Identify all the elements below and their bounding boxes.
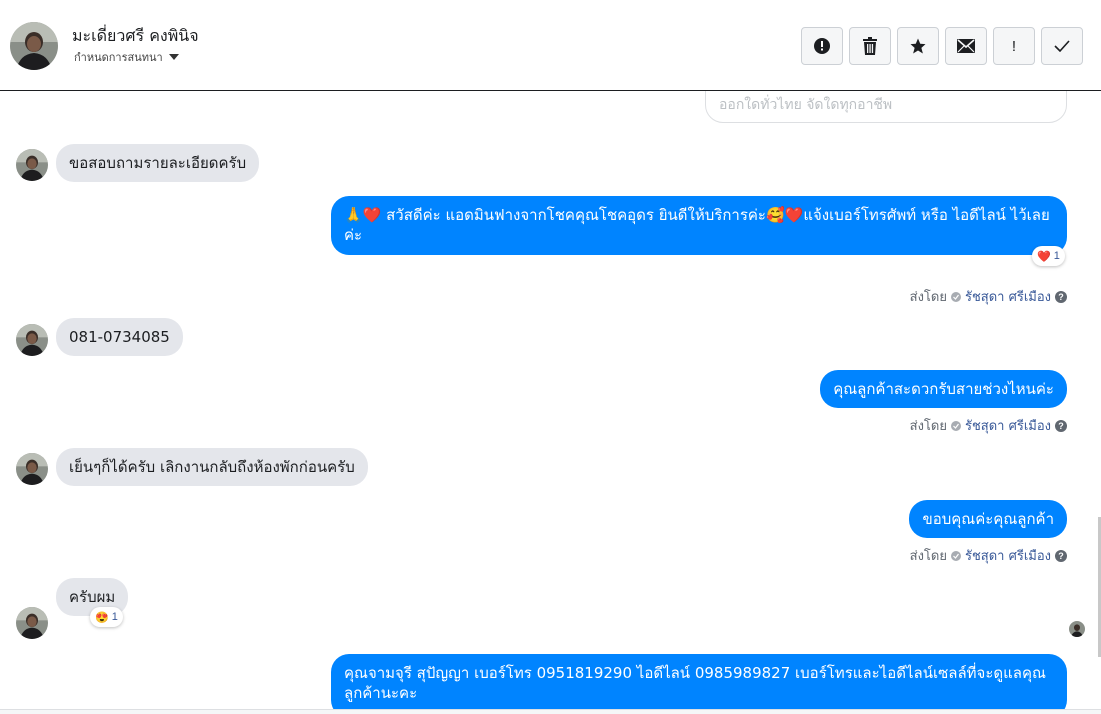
previous-message-card: ออกใดทั่วไทย จัดใดทุกอาชีพ xyxy=(705,91,1067,123)
star-icon xyxy=(909,37,927,55)
star-button[interactable] xyxy=(897,27,939,65)
verified-check-icon xyxy=(950,420,961,431)
spam-button[interactable]: ! xyxy=(993,27,1035,65)
mark-done-button[interactable] xyxy=(1041,27,1083,65)
sent-by-info: ส่งโดย รัชสุดา ศรีเมือง ? xyxy=(910,415,1067,436)
agent-name[interactable]: รัชสุดา ศรีเมือง xyxy=(965,545,1051,566)
message-reaction[interactable]: 😍 1 xyxy=(90,607,123,627)
reaction-count: 1 xyxy=(111,611,118,623)
seen-by-avatar xyxy=(1069,621,1085,637)
check-icon xyxy=(1054,40,1070,52)
sent-by-label: ส่งโดย xyxy=(909,290,947,305)
help-icon[interactable]: ? xyxy=(1055,419,1067,432)
incoming-message: เย็นๆก็ได้ครับ เลิกงานกลับถึงห้องพักก่อน… xyxy=(56,448,368,486)
contact-name: มะเดี่ยวศรี คงพินิจ xyxy=(72,26,199,45)
previous-message-text: ออกใดทั่วไทย จัดใดทุกอาชีพ xyxy=(719,97,893,113)
agent-name[interactable]: รัชสุดา ศรีเมือง xyxy=(965,286,1051,307)
verified-check-icon xyxy=(950,291,961,302)
help-icon[interactable]: ? xyxy=(1055,290,1067,303)
outgoing-message: คุณจามจุรี สุปัญญา เบอร์โทร 0951819290 ไ… xyxy=(331,654,1067,709)
exclamation-icon: ! xyxy=(1011,37,1017,55)
sent-by-info: ส่งโดย รัชสุดา ศรีเมือง ? xyxy=(910,286,1067,307)
help-icon[interactable]: ? xyxy=(1055,549,1067,562)
alert-circle-icon xyxy=(813,37,831,55)
incoming-message: ขอสอบถามรายละเอียดครับ xyxy=(56,144,260,182)
assign-conversation-dropdown[interactable]: กำหนดการสนทนา xyxy=(74,48,179,66)
message-thread[interactable]: ออกใดทั่วไทย จัดใดทุกอาชีพ ขอสอบถามรายละ… xyxy=(0,91,1101,709)
agent-name[interactable]: รัชสุดา ศรีเมือง xyxy=(965,415,1051,436)
heart-reaction-icon: ❤️ xyxy=(1037,250,1051,263)
verified-check-icon xyxy=(950,550,961,561)
reaction-count: 1 xyxy=(1053,250,1060,262)
outgoing-message: 🙏❤️ สวัสดีค่ะ แอดมินฟางจากโชคคุณโชคอุดร … xyxy=(331,196,1067,255)
message-reaction[interactable]: ❤️ 1 xyxy=(1032,246,1065,266)
sent-by-label: ส่งโดย xyxy=(909,419,947,434)
composer-edge xyxy=(0,709,1101,714)
assign-label: กำหนดการสนทนา xyxy=(74,51,163,64)
contact-avatar-small[interactable] xyxy=(16,607,48,639)
trash-icon xyxy=(862,37,878,55)
contact-avatar-small[interactable] xyxy=(16,149,48,181)
header-toolbar: ! xyxy=(801,27,1083,65)
contact-avatar-small[interactable] xyxy=(16,453,48,485)
envelope-icon xyxy=(957,39,975,53)
sent-by-info: ส่งโดย รัชสุดา ศรีเมือง ? xyxy=(910,545,1067,566)
heart-eyes-reaction-icon: 😍 xyxy=(95,611,109,624)
outgoing-message: คุณลูกค้าสะดวกรับสายช่วงไหนค่ะ xyxy=(820,370,1067,408)
caret-down-icon xyxy=(168,54,179,60)
mark-unread-button[interactable] xyxy=(945,27,987,65)
contact-avatar[interactable] xyxy=(10,22,58,70)
conversation-header: มะเดี่ยวศรี คงพินิจ กำหนดการสนทนา ! xyxy=(0,0,1101,91)
sent-by-label: ส่งโดย xyxy=(909,549,947,564)
delete-button[interactable] xyxy=(849,27,891,65)
contact-avatar-small[interactable] xyxy=(16,324,48,356)
outgoing-message: ขอบคุณค่ะคุณลูกค้า xyxy=(909,500,1067,538)
incoming-message: 081-0734085 xyxy=(56,318,183,356)
report-button[interactable] xyxy=(801,27,843,65)
